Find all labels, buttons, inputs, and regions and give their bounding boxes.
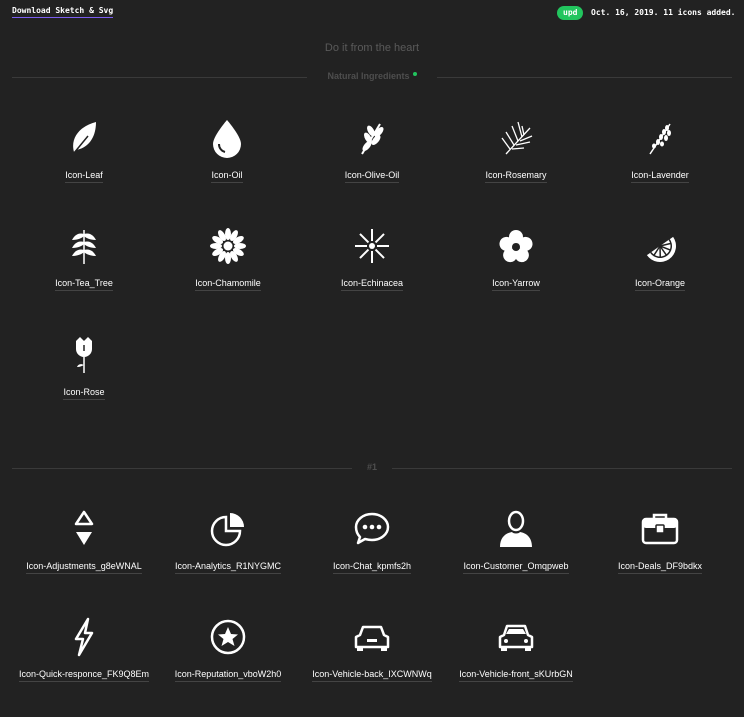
- icon-card-quick-response[interactable]: Icon-Quick-responce_FK9Q8Em: [11, 617, 157, 717]
- icon-card-olive-oil[interactable]: Icon-Olive-Oil: [299, 118, 445, 218]
- icon-card-vehicle-front[interactable]: Icon-Vehicle-front_sKUrbGN: [443, 617, 589, 717]
- icon-card-analytics[interactable]: Icon-Analytics_R1NYGMC: [155, 509, 301, 609]
- download-sketch-svg-link[interactable]: Download Sketch & Svg: [12, 6, 114, 18]
- rosemary-icon: [501, 121, 533, 155]
- orange-slice-icon: [646, 236, 676, 262]
- icon-label: Icon-Analytics_R1NYGMC: [174, 561, 282, 574]
- adjustments-icon: [74, 510, 94, 545]
- section-header-1: #1: [12, 462, 732, 474]
- icon-label: Icon-Tea_Tree: [55, 278, 113, 291]
- echinacea-icon: [355, 229, 389, 263]
- icon-label: Icon-Reputation_vboW2h0: [174, 669, 282, 682]
- icon-label: Icon-Leaf: [65, 170, 103, 183]
- chamomile-icon: [210, 228, 246, 264]
- oil-drop-icon: [213, 120, 241, 158]
- lavender-icon: [649, 123, 671, 155]
- tagline: Do it from the heart: [324, 42, 420, 54]
- icon-card-chat[interactable]: Icon-Chat_kpmfs2h: [299, 509, 445, 609]
- icon-label: Icon-Vehicle-back_IXCWNWq: [312, 669, 432, 682]
- tea-tree-icon: [72, 230, 96, 264]
- icon-card-oil[interactable]: Icon-Oil: [154, 118, 300, 218]
- olive-branch-icon: [361, 123, 384, 155]
- icon-label: Icon-Yarrow: [492, 278, 540, 291]
- star-badge-icon: [210, 619, 246, 655]
- icon-label: Icon-Rose: [63, 387, 105, 400]
- icon-label: Icon-Echinacea: [340, 278, 404, 291]
- icon-card-orange[interactable]: Icon-Orange: [587, 226, 733, 326]
- icon-label: Icon-Olive-Oil: [344, 170, 400, 183]
- leaf-icon: [73, 122, 96, 154]
- icon-card-leaf[interactable]: Icon-Leaf: [11, 118, 157, 218]
- update-badge: upd: [557, 6, 584, 20]
- icon-card-adjustments[interactable]: Icon-Adjustments_g8eWNAL: [11, 509, 157, 609]
- section-header-natural-ingredients: Natural Ingredients: [12, 71, 732, 83]
- icon-card-tea-tree[interactable]: Icon-Tea_Tree: [11, 226, 157, 326]
- icon-label: Icon-Customer_Omqpweb: [463, 561, 569, 574]
- divider-right: [437, 77, 732, 78]
- icon-card-rose[interactable]: Icon-Rose: [11, 335, 157, 435]
- update-text: Oct. 16, 2019. 11 icons added.: [591, 8, 736, 17]
- customer-icon: [500, 510, 532, 547]
- icon-label: Icon-Chamomile: [195, 278, 261, 291]
- icon-card-yarrow[interactable]: Icon-Yarrow: [443, 226, 589, 326]
- divider-right: [392, 468, 732, 469]
- icon-card-vehicle-back[interactable]: Icon-Vehicle-back_IXCWNWq: [299, 617, 445, 717]
- icon-card-reputation[interactable]: Icon-Reputation_vboW2h0: [155, 617, 301, 717]
- icon-label: Icon-Deals_DF9bdkx: [617, 561, 703, 574]
- icon-label: Icon-Adjustments_g8eWNAL: [26, 561, 142, 574]
- chat-bubble-icon: [354, 512, 390, 545]
- icon-label: Icon-Oil: [211, 170, 243, 183]
- section-title: Natural Ingredients: [12, 71, 732, 81]
- icon-label: Icon-Orange: [634, 278, 686, 291]
- icon-label: Icon-Vehicle-front_sKUrbGN: [459, 669, 573, 682]
- icon-card-customer[interactable]: Icon-Customer_Omqpweb: [443, 509, 589, 609]
- yarrow-icon: [499, 230, 533, 263]
- icon-label: Icon-Chat_kpmfs2h: [332, 561, 412, 574]
- rose-icon: [76, 337, 92, 373]
- section-title: #1: [366, 462, 377, 472]
- briefcase-icon: [641, 513, 679, 545]
- icon-label: Icon-Lavender: [631, 170, 689, 183]
- car-front-icon: [498, 624, 534, 651]
- icon-card-deals[interactable]: Icon-Deals_DF9bdkx: [587, 509, 733, 609]
- lightning-icon: [74, 617, 94, 657]
- icon-label: Icon-Quick-responce_FK9Q8Em: [18, 669, 150, 682]
- icon-card-chamomile[interactable]: Icon-Chamomile: [155, 226, 301, 326]
- status-dot: [412, 72, 417, 76]
- icon-label: Icon-Rosemary: [485, 170, 547, 183]
- icon-card-rosemary[interactable]: Icon-Rosemary: [443, 118, 589, 218]
- car-back-icon: [354, 625, 390, 651]
- icon-card-lavender[interactable]: Icon-Lavender: [587, 118, 733, 218]
- icon-card-echinacea[interactable]: Icon-Echinacea: [299, 226, 445, 326]
- analytics-pie-icon: [210, 513, 244, 547]
- top-bar: Download Sketch & Svg upd Oct. 16, 2019.…: [0, 0, 744, 24]
